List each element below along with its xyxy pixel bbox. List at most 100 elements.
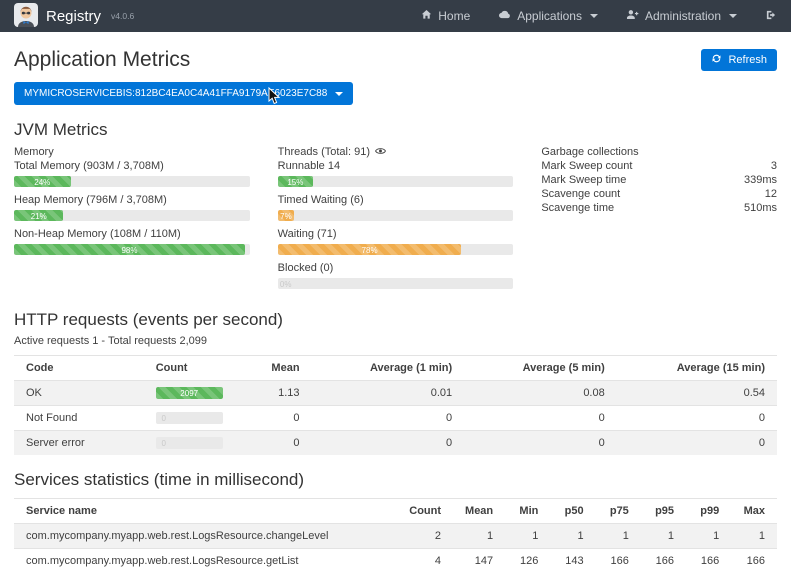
nonheap-memory-progress: 98% [14,244,250,255]
page-title: Application Metrics [14,48,190,72]
http-requests-table: Code Count Mean Average (1 min) Average … [14,355,777,455]
nonheap-memory-label: Non-Heap Memory (108M / 110M) [14,227,250,241]
col-header-p95: p95 [641,499,686,524]
cell-max: 166 [731,549,777,573]
nav-item-home-label: Home [438,9,470,23]
col-header-count: Count [144,356,243,381]
col-header-avg15: Average (15 min) [617,356,777,381]
nav-item-applications[interactable]: Applications [498,9,598,23]
gc-value: 12 [765,187,777,201]
http-requests-title: HTTP requests (events per second) [14,310,777,330]
table-row: com.mycompany.myapp.web.rest.LogsResourc… [14,549,777,573]
cell-code: OK [14,381,144,406]
http-requests-subtitle: Active requests 1 - Total requests 2,099 [14,335,777,347]
cell-avg1: 0.01 [312,381,465,406]
brand-link[interactable]: Registry v4.0.6 [14,3,134,30]
nav-item-administration[interactable]: Administration [626,9,737,23]
nav-item-applications-label: Applications [517,9,582,23]
cell-mean: 1.13 [243,381,312,406]
refresh-icon [711,53,722,67]
cell-service-name: com.mycompany.myapp.web.rest.LogsResourc… [14,549,397,573]
cell-avg1: 0 [312,431,465,456]
garbage-panel: Garbage collections Mark Sweep count 3 M… [541,145,777,295]
cell-min: 1 [505,524,550,549]
cell-avg15: 0 [617,431,777,456]
runnable-progress: 15% [278,176,514,187]
cell-count: 0 [144,406,243,431]
col-header-count: Count [397,499,453,524]
cell-count: 2 [397,524,453,549]
col-header-avg1: Average (1 min) [312,356,465,381]
refresh-button[interactable]: Refresh [701,49,777,71]
chevron-down-icon [729,14,737,18]
heap-memory-label: Heap Memory (796M / 3,708M) [14,193,250,207]
gc-label: Scavenge time [541,201,614,215]
chevron-down-icon [335,92,343,96]
cell-p95: 1 [641,524,686,549]
eye-icon[interactable] [375,145,386,159]
cell-mean: 0 [243,406,312,431]
col-header-max: Max [731,499,777,524]
col-header-p99: p99 [686,499,731,524]
gc-row: Mark Sweep count 3 [541,159,777,173]
logout-button[interactable] [765,9,777,24]
gc-value: 3 [771,159,777,173]
cell-service-name: com.mycompany.myapp.web.rest.LogsResourc… [14,524,397,549]
col-header-p75: p75 [596,499,641,524]
main-content: Application Metrics Refresh MYMICROSERVI… [0,48,791,573]
sign-out-icon [765,9,777,24]
cell-p99: 1 [686,524,731,549]
cell-p99: 166 [686,549,731,573]
garbage-title: Garbage collections [541,145,777,159]
col-header-mean: Mean [243,356,312,381]
nav-item-administration-label: Administration [645,9,721,23]
runnable-label: Runnable 14 [278,159,514,173]
nav-item-home[interactable]: Home [421,9,470,23]
home-icon [421,9,432,23]
total-memory-progress: 24% [14,176,250,187]
cell-avg5: 0 [464,431,617,456]
gc-row: Mark Sweep time 339ms [541,173,777,187]
gc-label: Scavenge count [541,187,620,201]
cell-mean: 1 [453,524,505,549]
instance-selector-label: MYMICROSERVICEBIS:812BC4EA0C4A41FFA9179A… [24,88,327,99]
jhipster-avatar-icon [14,3,38,30]
cell-mean: 147 [453,549,505,573]
memory-panel: Memory Total Memory (903M / 3,708M) 24% … [14,145,250,295]
count-progress: 2097 [156,387,223,399]
cell-count: 4 [397,549,453,573]
cell-p75: 166 [596,549,641,573]
waiting-progress: 78% [278,244,514,255]
cell-min: 126 [505,549,550,573]
cell-count: 2097 [144,381,243,406]
cell-avg15: 0 [617,406,777,431]
brand-name: Registry [46,8,101,25]
brand-version: v4.0.6 [111,11,134,21]
gc-value: 510ms [744,201,777,215]
col-header-min: Min [505,499,550,524]
gc-label: Mark Sweep time [541,173,626,187]
cell-code: Not Found [14,406,144,431]
table-row: com.mycompany.myapp.web.rest.LogsResourc… [14,524,777,549]
instance-selector-dropdown[interactable]: MYMICROSERVICEBIS:812BC4EA0C4A41FFA9179A… [14,82,353,105]
blocked-label: Blocked (0) [278,261,514,275]
cell-mean: 0 [243,431,312,456]
services-statistics-title: Services statistics (time in millisecond… [14,470,777,490]
cell-code: Server error [14,431,144,456]
timed-waiting-label: Timed Waiting (6) [278,193,514,207]
total-memory-label: Total Memory (903M / 3,708M) [14,159,250,173]
heap-memory-progress: 21% [14,210,250,221]
col-header-p50: p50 [550,499,595,524]
table-row: Not Found 0 0 0 0 0 [14,406,777,431]
cell-avg5: 0 [464,406,617,431]
nav-links: Home Applications Administration [421,9,777,24]
col-header-avg5: Average (5 min) [464,356,617,381]
gc-label: Mark Sweep count [541,159,632,173]
gc-value: 339ms [744,173,777,187]
col-header-code: Code [14,356,144,381]
table-header-row: Code Count Mean Average (1 min) Average … [14,356,777,381]
table-row: Server error 0 0 0 0 0 [14,431,777,456]
cell-avg5: 0.08 [464,381,617,406]
cell-max: 1 [731,524,777,549]
gc-row: Scavenge count 12 [541,187,777,201]
